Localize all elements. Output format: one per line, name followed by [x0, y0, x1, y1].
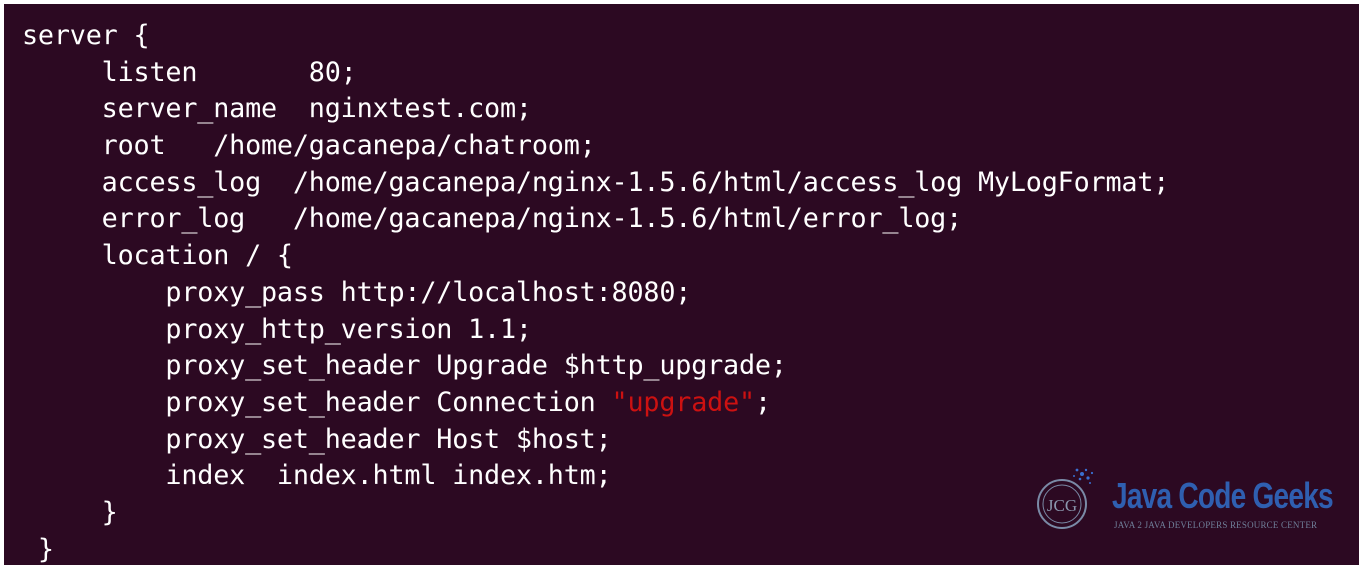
- code-line: root /home/gacanepa/chatroom;: [22, 130, 596, 162]
- code-segment: proxy_set_header Connection: [22, 386, 612, 418]
- svg-text:JCG: JCG: [1047, 496, 1077, 515]
- code-line: location / {: [22, 240, 293, 272]
- code-line: server_name nginxtest.com;: [22, 93, 532, 125]
- code-line: proxy_set_header Connection "upgrade";: [22, 385, 1169, 422]
- jcg-seal-logo: JCG: [1037, 468, 1094, 529]
- code-line: }: [22, 533, 54, 565]
- watermark-brand-name: Java Code Geeks: [1112, 475, 1334, 516]
- code-line: proxy_http_version 1.1;: [22, 313, 532, 345]
- code-line: access_log /home/gacanepa/nginx-1.5.6/ht…: [22, 166, 1170, 198]
- code-line: proxy_set_header Host $host;: [22, 423, 612, 455]
- code-line: listen 80;: [22, 56, 357, 88]
- string-literal: "upgrade": [611, 386, 756, 418]
- java-code-geeks-watermark: JCG Java Code Geeks JAVA 2 JAVA DEVELOPE…: [1022, 452, 1342, 542]
- watermark-tagline: JAVA 2 JAVA DEVELOPERS RESOURCE CENTER: [1114, 520, 1318, 530]
- code-line: proxy_pass http://localhost:8080;: [22, 276, 692, 308]
- nginx-config-code: server { listen 80; server_name nginxtes…: [22, 18, 1169, 565]
- code-segment: ;: [754, 386, 771, 418]
- terminal-window: server { listen 80; server_name nginxtes…: [4, 4, 1359, 565]
- code-line: server {: [22, 20, 150, 51]
- code-line: proxy_set_header Upgrade $http_upgrade;: [22, 350, 787, 382]
- code-line: error_log /home/gacanepa/nginx-1.5.6/htm…: [22, 203, 963, 235]
- code-line: index index.html index.htm;: [22, 460, 612, 492]
- code-line: }: [22, 496, 118, 528]
